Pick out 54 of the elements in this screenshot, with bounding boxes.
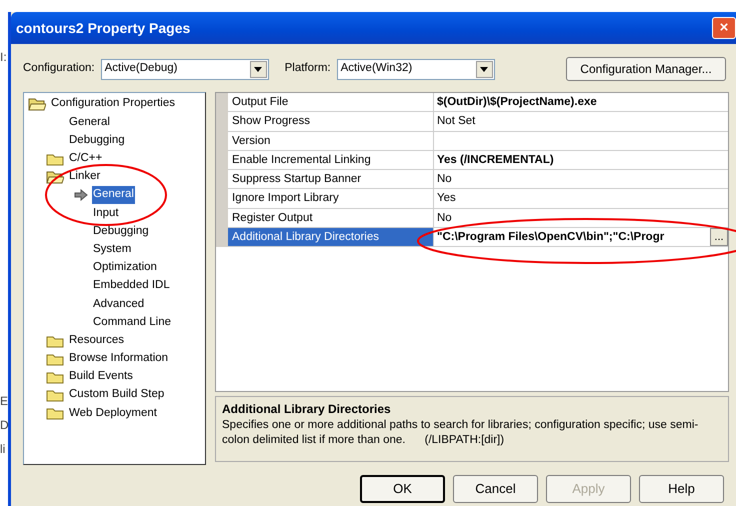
tree-item[interactable]: Custom Build Step	[68, 386, 166, 404]
property-value: No	[437, 172, 452, 188]
dialog-button[interactable]: Cancel	[453, 475, 538, 503]
tree-item[interactable]: General	[68, 114, 111, 131]
description-text: Specifies one or more additional paths to search for libraries; configuration specific; use semi-colon delimited list if more than one. (/LIBPATH:[dir])	[222, 418, 700, 448]
property-name[interactable]: Suppress Startup Banner	[228, 170, 434, 190]
property-name[interactable]: Version	[228, 132, 434, 151]
row-header	[216, 228, 228, 248]
arrow-icon	[74, 189, 88, 202]
row-header	[216, 93, 228, 112]
configuration-manager-button[interactable]: Configuration Manager...	[566, 57, 726, 81]
tree-item[interactable]: Debugging	[68, 132, 126, 150]
property-value: No	[437, 210, 452, 226]
tree-item[interactable]: Input	[92, 204, 120, 222]
property-value: Yes (/INCREMENTAL)	[437, 152, 554, 168]
tree-item[interactable]: Web Deployment	[68, 404, 158, 422]
configuration-dropdown[interactable]: Active(Debug)	[100, 58, 269, 80]
tree-item[interactable]: Browse Information	[68, 350, 170, 368]
property-name[interactable]: Output File	[228, 93, 434, 112]
property-value: "C:\Program Files\OpenCV\bin";"C:\Progr	[437, 230, 664, 246]
property-name[interactable]: Enable Incremental Linking	[228, 150, 434, 170]
tree-item[interactable]: Linker	[68, 168, 102, 186]
dropdown-arrow-icon	[254, 66, 262, 72]
dialog-button[interactable]: OK	[360, 475, 445, 503]
tree-item[interactable]: Configuration Properties	[50, 95, 176, 113]
tree-item[interactable]: Debugging	[92, 222, 150, 240]
dropdown-arrow-icon	[480, 66, 488, 72]
tree-item[interactable]: Advanced	[92, 296, 146, 313]
tree-item[interactable]: Resources	[68, 332, 125, 350]
property-value: Not Set	[437, 114, 476, 130]
property-name[interactable]: Ignore Import Library	[228, 189, 434, 209]
background-text: D	[0, 417, 8, 434]
tree-item[interactable]: C/C++	[68, 150, 104, 168]
window-title: contours2 Property Pages	[16, 18, 190, 38]
platform-dropdown[interactable]: Active(Win32)	[336, 58, 495, 80]
background-text: I:	[0, 49, 8, 66]
tree-item[interactable]: Build Events	[68, 368, 134, 386]
tree-item[interactable]: Embedded IDL	[92, 277, 171, 295]
tree-item[interactable]: Optimization	[92, 259, 158, 276]
description-title: Additional Library Directories	[222, 401, 392, 418]
browse-button[interactable]: ...	[710, 228, 728, 246]
background-text: li	[0, 441, 6, 458]
tree-item[interactable]: General	[92, 186, 135, 204]
property-value: Yes	[437, 191, 456, 206]
dialog-button[interactable]: Help	[639, 475, 724, 503]
property-name[interactable]: Show Progress	[228, 112, 434, 132]
tree-item[interactable]: System	[92, 240, 132, 258]
configuration-label: Configuration:	[23, 61, 95, 76]
property-value: $(OutDir)\$(ProjectName).exe	[437, 95, 597, 110]
property-name[interactable]: Additional Library Directories	[228, 228, 434, 248]
tree-item[interactable]: Command Line	[92, 314, 172, 331]
background-text: E	[0, 393, 8, 410]
close-button[interactable]: ×	[712, 17, 736, 39]
platform-label: Platform:	[284, 61, 331, 76]
